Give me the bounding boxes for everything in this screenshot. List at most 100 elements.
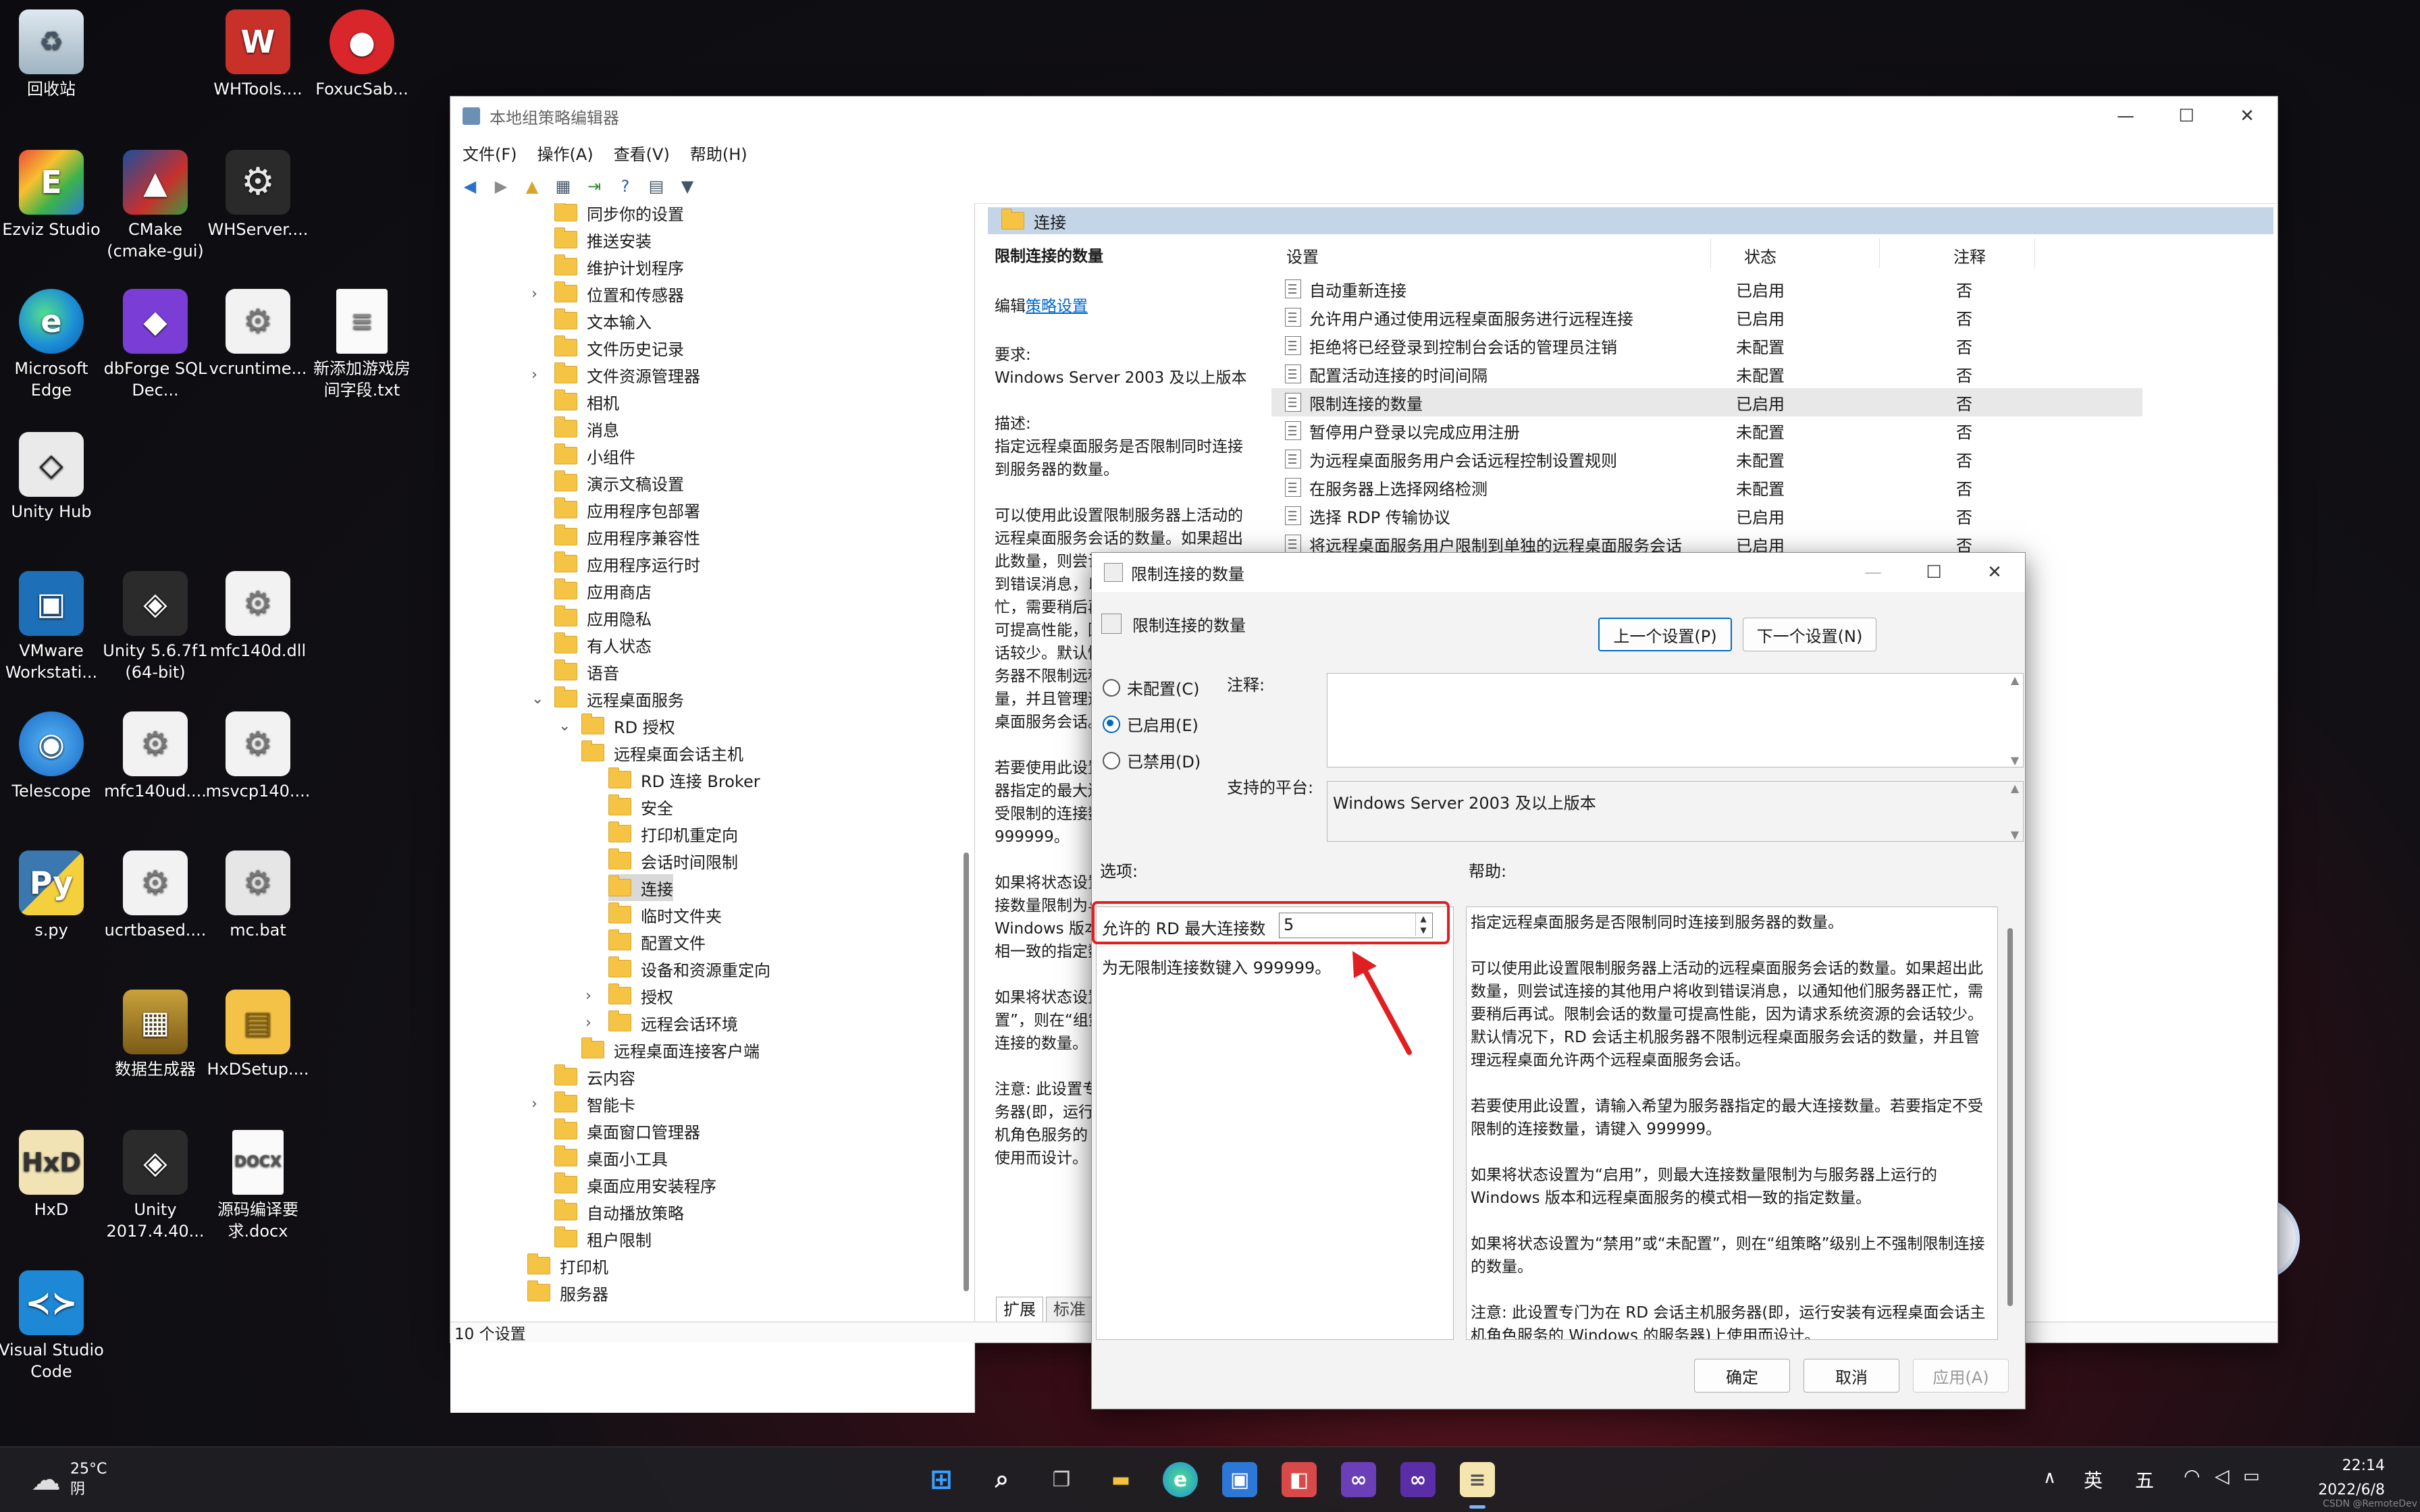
col-header-state[interactable]: 状态	[1744, 244, 1777, 267]
desktop-icon-cmake[interactable]: ▲ CMake (cmake-gui)	[101, 150, 209, 262]
radio-button[interactable]	[1103, 751, 1120, 770]
desktop-icon-unity-567[interactable]: ◈ Unity 5.6.7f1 (64-bit)	[101, 571, 209, 683]
tree-node[interactable]: 演示文稿设置	[554, 469, 684, 496]
tree-node[interactable]: RD 连接 Broker	[608, 766, 760, 793]
menu-action[interactable]: 操作(A)	[537, 141, 594, 165]
desktop-icon-txt[interactable]: ≡ 新添加游戏房间字段.txt	[308, 289, 416, 401]
help-scrollbar[interactable]	[2007, 928, 2013, 1306]
desktop-icon-mfc140ud[interactable]: ⚙ mfc140ud....	[101, 711, 209, 802]
tree-node[interactable]: 租户限制	[554, 1225, 652, 1252]
chevron-right-icon[interactable]: ›	[585, 1015, 591, 1031]
tree-node[interactable]: 应用程序包部署	[554, 496, 700, 523]
tree-node[interactable]: 安全	[608, 793, 673, 820]
tree-node[interactable]: 文件历史记录	[554, 334, 684, 361]
minimize-button[interactable]: —	[2095, 97, 2156, 136]
desktop-icon-dbforge[interactable]: ◆ dbForge SQL Dec...	[101, 289, 209, 401]
filter-icon[interactable]: ▼	[676, 175, 699, 198]
task-view-icon[interactable]: ❐	[1044, 1462, 1079, 1497]
tree-node[interactable]: 桌面窗口管理器	[554, 1117, 700, 1144]
desktop-icon-unity-2017[interactable]: ◈ Unity 2017.4.40...	[101, 1130, 209, 1242]
tree-node[interactable]: 自动播放策略	[554, 1198, 684, 1225]
dialog-minimize-button[interactable]: —	[1843, 553, 1903, 592]
ime-mode[interactable]: 五	[2135, 1466, 2154, 1493]
desktop-icon-whserver[interactable]: ⚙ WHServer....	[204, 150, 312, 240]
search-icon[interactable]: ⌕	[984, 1462, 1020, 1497]
tree-node[interactable]: 设备和资源重定向	[608, 955, 770, 982]
desktop-icon-telescope[interactable]: ◉ Telescope	[0, 711, 105, 802]
desktop-icon-hxd[interactable]: HxD HxD	[0, 1130, 105, 1220]
tree-node[interactable]: 临时文件夹	[608, 901, 722, 928]
tree-node[interactable]: 远程会话环境	[608, 1009, 738, 1036]
tree-node[interactable]: RD 授权	[581, 712, 675, 739]
maximize-button[interactable]: ☐	[2156, 97, 2217, 136]
app-icon[interactable]: ◧	[1282, 1462, 1317, 1497]
tree-node[interactable]: 打印机	[527, 1252, 608, 1279]
desktop-icon-data-generator[interactable]: ▦ 数据生成器	[101, 990, 209, 1080]
chevron-right-icon[interactable]: ›	[531, 367, 537, 383]
tab-extended[interactable]: 扩展	[996, 1297, 1043, 1322]
tree-node[interactable]: 连接	[608, 874, 673, 901]
battery-icon[interactable]: ▭	[2243, 1466, 2260, 1486]
desktop-icon-mc-bat[interactable]: ⚙ mc.bat	[204, 850, 312, 941]
radio-button[interactable]	[1103, 678, 1120, 697]
table-row[interactable]: 为远程桌面服务用户会话远程控制设置规则	[1271, 445, 2142, 473]
menu-file[interactable]: 文件(F)	[463, 141, 517, 165]
export-list-icon[interactable]: ⇥	[583, 175, 606, 198]
tree-node[interactable]: 远程桌面服务	[554, 685, 684, 712]
tree-node[interactable]: 配置文件	[608, 928, 706, 955]
desktop-icon-foxucsab[interactable]: ● FoxucSab...	[308, 9, 416, 100]
tree-node[interactable]: 应用隐私	[554, 604, 652, 631]
desktop-icon-edge[interactable]: e Microsoft Edge	[0, 289, 105, 401]
desktop-icon-ucrtbased[interactable]: ⚙ ucrtbased....	[101, 850, 209, 941]
desktop-icon-vscode[interactable]: ≺≻ Visual Studio Code	[0, 1270, 105, 1382]
dialog-maximize-button[interactable]: ☐	[1903, 553, 1964, 592]
wifi-icon[interactable]: ◠	[2184, 1465, 2200, 1487]
table-row[interactable]: 拒绝将已经登录到控制台会话的管理员注销	[1271, 331, 2142, 360]
desktop-icon-recycle-bin[interactable]: ♻ 回收站	[0, 9, 105, 100]
tree-node[interactable]: 推送安装	[554, 226, 652, 253]
table-row[interactable]: 配置活动连接的时间间隔	[1271, 360, 2142, 388]
cancel-button[interactable]: 取消	[1804, 1359, 1899, 1393]
visual-studio-icon[interactable]: ∞	[1341, 1462, 1376, 1497]
desktop-icon-docx[interactable]: DOCX 源码编译要求.docx	[204, 1130, 312, 1242]
edge-icon[interactable]: e	[1163, 1462, 1198, 1497]
up-folder-icon[interactable]: ▲	[521, 175, 544, 198]
close-button[interactable]: ✕	[2217, 97, 2278, 136]
properties-icon[interactable]: ▤	[645, 175, 668, 198]
platform-scrollbar[interactable]: ▲ ▼	[2007, 782, 2023, 841]
tree-node[interactable]: 有人状态	[554, 631, 652, 658]
tree-node[interactable]: 服务器	[527, 1279, 608, 1306]
tree-node[interactable]: 桌面小工具	[554, 1144, 668, 1171]
desktop-icon-mfc140d[interactable]: ⚙ mfc140d.dll	[204, 571, 312, 662]
tree-node[interactable]: 语音	[554, 658, 619, 685]
radio-button-selected[interactable]	[1103, 715, 1120, 733]
comment-textarea[interactable]: ▲ ▼	[1327, 673, 2024, 767]
menu-view[interactable]: 查看(V)	[614, 141, 670, 165]
chevron-right-icon[interactable]: ›	[531, 1096, 537, 1112]
ime-lang[interactable]: 英	[2084, 1466, 2103, 1493]
tree-scrollbar[interactable]	[964, 853, 969, 1291]
next-setting-button[interactable]: 下一个设置(N)	[1743, 618, 1876, 651]
col-header-comment[interactable]: 注释	[1953, 244, 1986, 267]
menu-help[interactable]: 帮助(H)	[690, 141, 747, 165]
radio-enabled[interactable]: 已启用(E)	[1103, 712, 1199, 736]
chevron-right-icon[interactable]: ›	[585, 988, 591, 1004]
table-row[interactable]: 选择 RDP 传输协议	[1271, 502, 2142, 530]
chevron-down-icon[interactable]: ⌄	[558, 718, 571, 734]
table-row[interactable]: 自动重新连接	[1271, 275, 2142, 303]
tree-node[interactable]: 远程桌面连接客户端	[581, 1036, 760, 1063]
tree-node[interactable]: 远程桌面会话主机	[581, 739, 743, 766]
tree-node[interactable]: 应用商店	[554, 577, 652, 604]
table-row[interactable]: 暂停用户登录以完成应用注册	[1271, 416, 2142, 445]
chevron-down-icon[interactable]: ⌄	[531, 691, 544, 707]
start-icon[interactable]: ⊞	[924, 1462, 959, 1497]
col-header-setting[interactable]: 设置	[1286, 244, 1319, 267]
weather-widget[interactable]: ☁ 25°C 阴	[31, 1459, 107, 1500]
show-hidden-icons-icon[interactable]: ∧	[2043, 1467, 2056, 1488]
apply-button[interactable]: 应用(A)	[1913, 1359, 2009, 1393]
ok-button[interactable]: 确定	[1694, 1359, 1790, 1393]
desktop-icon-vmware[interactable]: ▣ VMware Workstati...	[0, 571, 105, 683]
tree-node[interactable]: 同步你的设置	[554, 203, 684, 226]
desktop-icon-ezviz[interactable]: E Ezviz Studio	[0, 150, 105, 240]
policy-settings-link[interactable]: 策略设置	[1026, 298, 1088, 315]
